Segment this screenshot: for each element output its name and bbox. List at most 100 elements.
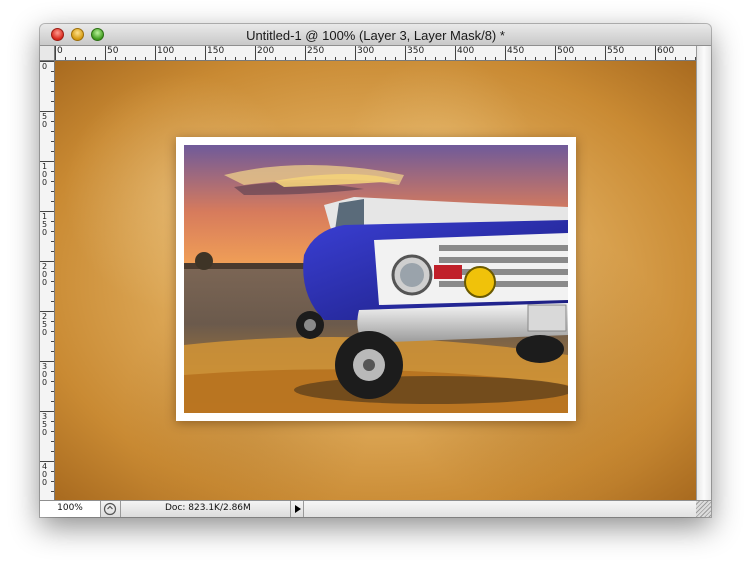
ruler-tick [51,131,54,132]
window-title: Untitled-1 @ 100% (Layer 3, Layer Mask/8… [246,28,505,43]
ruler-tick [325,57,326,60]
ruler-tick [85,57,86,60]
ruler-label: 200 [41,262,48,287]
ruler-tick [135,57,136,60]
ruler-tick [51,451,54,452]
resize-grip[interactable] [696,501,711,517]
ruler-tick [625,57,626,60]
ruler-tick [525,57,526,60]
ruler-label: 150 [41,212,48,237]
ruler-tick [51,481,54,482]
ruler-tick [51,151,54,152]
ruler-tick [51,171,54,172]
ruler-tick [75,57,76,60]
ruler-label: 350 [407,46,425,56]
ruler-tick [51,421,54,422]
zoom-level-field[interactable]: 100% [40,501,101,517]
ruler-tick [51,181,54,182]
ruler-tick [405,46,406,60]
ruler-tick [51,391,54,392]
ruler-label: 200 [257,46,275,56]
ruler-tick [51,371,54,372]
ruler-label: 250 [41,312,48,337]
truck-photo [176,137,576,421]
status-bar: 100% Doc: 823.1K/2.86M [40,500,711,517]
vertical-ruler[interactable]: 0 50 100 150 200 250 300 350 400 [40,61,55,500]
info-icon[interactable] [103,502,117,516]
ruler-origin[interactable] [40,46,55,61]
ruler-tick [575,57,576,60]
ruler-label: 300 [41,362,48,387]
ruler-tick [51,191,54,192]
ruler-tick [565,57,566,60]
ruler-label: 100 [157,46,175,56]
ruler-tick [395,57,396,60]
ruler-label: 550 [607,46,625,56]
triangle-right-icon[interactable] [290,501,304,517]
ruler-tick [51,301,54,302]
ruler-tick [125,57,126,60]
ruler-label: 400 [41,462,48,487]
ruler-tick [51,221,54,222]
ruler-tick [555,46,556,60]
ruler-tick [475,57,476,60]
ruler-tick [205,46,206,60]
ruler-tick [51,341,54,342]
truck-image [184,145,568,413]
ruler-tick [51,71,54,72]
ruler-tick [265,57,266,60]
vertical-scrollbar[interactable] [696,46,711,500]
ruler-tick [51,431,54,432]
ruler-tick [545,57,546,60]
ruler-tick [51,81,54,82]
document-canvas[interactable] [55,61,696,500]
ruler-label: 400 [457,46,475,56]
ruler-tick [51,471,54,472]
ruler-tick [535,57,536,60]
ruler-tick [51,491,54,492]
ruler-label: 50 [107,46,119,56]
ruler-tick [385,57,386,60]
ruler-tick [485,57,486,60]
ruler-tick [185,57,186,60]
ruler-tick [225,57,226,60]
ruler-label: 0 [41,62,48,71]
ruler-tick [285,57,286,60]
ruler-tick [55,46,56,60]
ruler-tick [51,141,54,142]
ruler-tick [51,241,54,242]
ruler-tick [315,57,316,60]
ruler-tick [215,57,216,60]
document-window: Untitled-1 @ 100% (Layer 3, Layer Mask/8… [40,24,711,517]
ruler-tick [175,57,176,60]
ruler-tick [51,101,54,102]
ruler-tick [445,57,446,60]
ruler-tick [51,121,54,122]
horizontal-ruler[interactable]: 0 50 100 150 200 250 300 350 400 450 500 550 600 [55,46,696,61]
ruler-tick [115,57,116,60]
ruler-tick [455,46,456,60]
ruler-tick [595,57,596,60]
ruler-tick [51,331,54,332]
ruler-label: 150 [207,46,225,56]
ruler-tick [605,46,606,60]
ruler-tick [51,321,54,322]
ruler-tick [51,291,54,292]
ruler-tick [645,57,646,60]
ruler-label: 50 [41,112,48,129]
ruler-tick [51,91,54,92]
ruler-tick [665,57,666,60]
ruler-tick [195,57,196,60]
ruler-tick [495,57,496,60]
ruler-label: 0 [57,46,63,56]
ruler-tick [51,231,54,232]
ruler-tick [235,57,236,60]
ruler-tick [355,46,356,60]
ruler-tick [515,57,516,60]
horizontal-scrollbar[interactable] [304,501,696,517]
ruler-tick [295,57,296,60]
title-bar[interactable]: Untitled-1 @ 100% (Layer 3, Layer Mask/8… [40,24,711,46]
ruler-tick [365,57,366,60]
ruler-tick [165,57,166,60]
ruler-tick [345,57,346,60]
